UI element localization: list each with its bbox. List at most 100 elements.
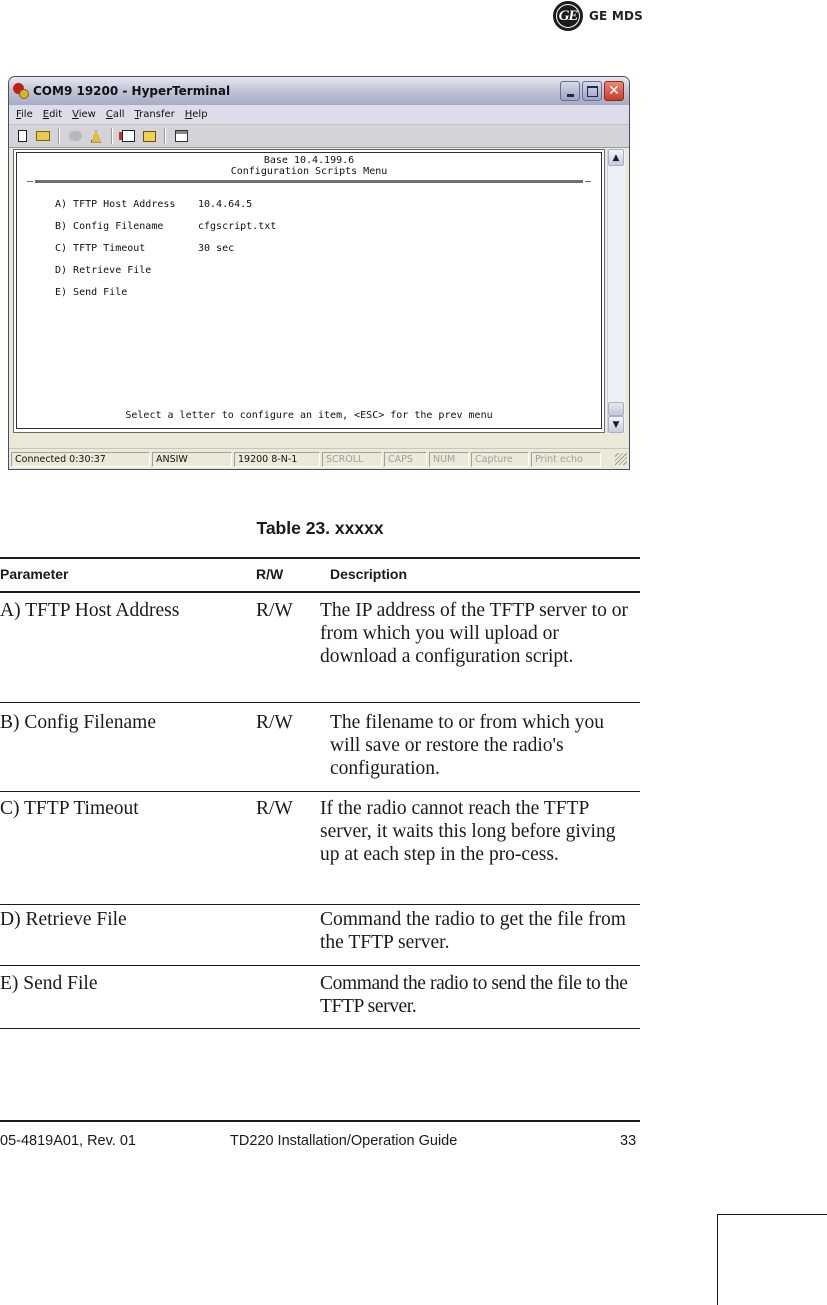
footer-rule <box>0 1120 640 1122</box>
menu-view[interactable]: View <box>67 109 101 120</box>
minimize-icon <box>566 93 574 97</box>
menu-transfer[interactable]: Transfer <box>130 109 180 120</box>
cell-rw: R/W <box>256 798 293 819</box>
menu-bar: File Edit View Call Transfer Help <box>9 105 629 125</box>
ge-mds-logo: GE GE MDS <box>553 1 643 31</box>
properties-button[interactable] <box>172 127 190 145</box>
terminal-item-label: D) Retrieve File <box>55 265 152 276</box>
resize-grip-icon[interactable] <box>615 453 627 465</box>
terminal-item-label: C) TFTP Timeout <box>55 243 146 254</box>
send-file-icon <box>121 130 135 142</box>
status-num: NUM <box>429 451 469 467</box>
terminal-prompt: Select a letter to configure an item, <E… <box>125 410 493 421</box>
phone-icon <box>68 131 82 141</box>
terminal-menu-item: C) TFTP Timeout 30 sec <box>55 243 234 254</box>
status-port-settings: 19200 8-N-1 <box>234 451 320 467</box>
terminal-item-value: 10.4.64.5 <box>198 199 253 210</box>
status-connected: Connected 0:30:37 <box>11 451 150 467</box>
page-corner-box <box>717 1214 827 1305</box>
new-document-icon <box>17 130 27 142</box>
terminal-screen: Base 10.4.199.6 Configuration Scripts Me… <box>17 153 601 428</box>
table-bottom-rule <box>0 1028 640 1029</box>
toolbar-separator <box>58 128 60 144</box>
receive-button[interactable] <box>140 127 158 145</box>
open-folder-icon <box>36 131 50 141</box>
terminal-item-value: cfgscript.txt <box>198 221 277 232</box>
terminal-area[interactable]: Base 10.4.199.6 Configuration Scripts Me… <box>13 149 605 433</box>
cell-rw: R/W <box>256 712 293 733</box>
menu-file[interactable]: File <box>11 109 38 120</box>
cell-description: If the radio cannot reach the TFTP serve… <box>320 798 616 865</box>
cell-description: Command the radio to send the file to th… <box>320 973 628 1017</box>
disconnect-phone-icon <box>90 129 102 143</box>
open-button[interactable] <box>34 127 52 145</box>
connect-button[interactable] <box>66 127 84 145</box>
cell-description: Command the radio to get the file from t… <box>320 909 626 953</box>
toolbar-separator <box>111 128 113 144</box>
scroll-up-button[interactable]: ▲ <box>608 149 624 166</box>
properties-icon <box>174 130 188 142</box>
terminal-item-label: E) Send File <box>55 287 128 298</box>
send-button[interactable] <box>119 127 137 145</box>
maximize-icon <box>586 85 598 97</box>
cell-parameter: E) Send File <box>0 973 98 994</box>
maximize-button[interactable] <box>582 81 602 101</box>
cell-parameter: B) Config Filename <box>0 712 156 733</box>
hyperterminal-app-icon <box>13 83 29 99</box>
minimize-button[interactable] <box>560 81 580 101</box>
toolbar <box>9 125 629 148</box>
footer-doc-number: 05-4819A01, Rev. 01 <box>0 1133 136 1149</box>
cell-rw: R/W <box>256 600 293 621</box>
terminal-header-menu-title: Configuration Scripts Menu <box>230 166 388 177</box>
row-divider <box>0 702 640 703</box>
vertical-scrollbar[interactable]: ▲ ▼ <box>607 149 625 433</box>
close-button[interactable]: ✕ <box>604 81 624 101</box>
terminal-divider <box>27 180 591 183</box>
disconnect-button[interactable] <box>87 127 105 145</box>
status-capture: Capture <box>471 451 529 467</box>
table-caption: Table 23. xxxxx <box>256 518 384 538</box>
menu-call[interactable]: Call <box>101 109 130 120</box>
status-emulation: ANSIW <box>152 451 232 467</box>
ge-monogram-icon: GE <box>553 1 583 31</box>
chevron-up-icon: ▲ <box>612 152 620 163</box>
column-header-rw: R/W <box>256 566 284 582</box>
status-print-echo: Print echo <box>531 451 601 467</box>
chevron-down-icon: ▼ <box>612 419 620 430</box>
receive-file-icon <box>142 130 156 142</box>
new-connection-button[interactable] <box>13 127 31 145</box>
row-divider <box>0 965 640 966</box>
toolbar-separator <box>164 128 166 144</box>
scroll-thumb[interactable] <box>608 402 624 416</box>
window-title: COM9 19200 - HyperTerminal <box>33 84 231 98</box>
table-header-rule <box>0 591 640 593</box>
footer-page-number: 33 <box>620 1133 637 1149</box>
menu-help[interactable]: Help <box>180 109 213 120</box>
row-divider <box>0 904 640 905</box>
footer-doc-title: TD220 Installation/Operation Guide <box>230 1133 458 1149</box>
logo-text: GE MDS <box>589 9 643 23</box>
terminal-item-value: 30 sec <box>198 243 235 254</box>
status-caps: CAPS <box>384 451 427 467</box>
cell-description: The IP address of the TFTP server to or … <box>320 600 628 667</box>
scroll-down-button[interactable]: ▼ <box>608 416 624 433</box>
terminal-header-host: Base 10.4.199.6 <box>263 155 355 166</box>
title-bar[interactable]: COM9 19200 - HyperTerminal ✕ <box>9 77 629 105</box>
column-header-parameter: Parameter <box>0 566 69 582</box>
terminal-item-label: A) TFTP Host Address <box>55 199 176 210</box>
cell-parameter: A) TFTP Host Address <box>0 600 180 621</box>
terminal-item-label: B) Config Filename <box>55 221 164 232</box>
column-header-description: Description <box>330 566 408 582</box>
status-scroll: SCROLL <box>322 451 382 467</box>
menu-edit[interactable]: Edit <box>38 109 67 120</box>
cell-description: The filename to or from which you will s… <box>330 712 604 779</box>
terminal-menu-item: B) Config Filename cfgscript.txt <box>55 221 276 232</box>
cell-parameter: C) TFTP Timeout <box>0 798 139 819</box>
table-top-rule <box>0 557 640 559</box>
close-icon: ✕ <box>608 83 620 99</box>
terminal-menu-item: D) Retrieve File <box>55 265 198 276</box>
hyperterminal-window: COM9 19200 - HyperTerminal ✕ File Edit V… <box>8 76 630 470</box>
status-bar: Connected 0:30:37 ANSIW 19200 8-N-1 SCRO… <box>9 448 629 469</box>
terminal-menu-item: E) Send File <box>55 287 198 298</box>
cell-parameter: D) Retrieve File <box>0 909 127 930</box>
